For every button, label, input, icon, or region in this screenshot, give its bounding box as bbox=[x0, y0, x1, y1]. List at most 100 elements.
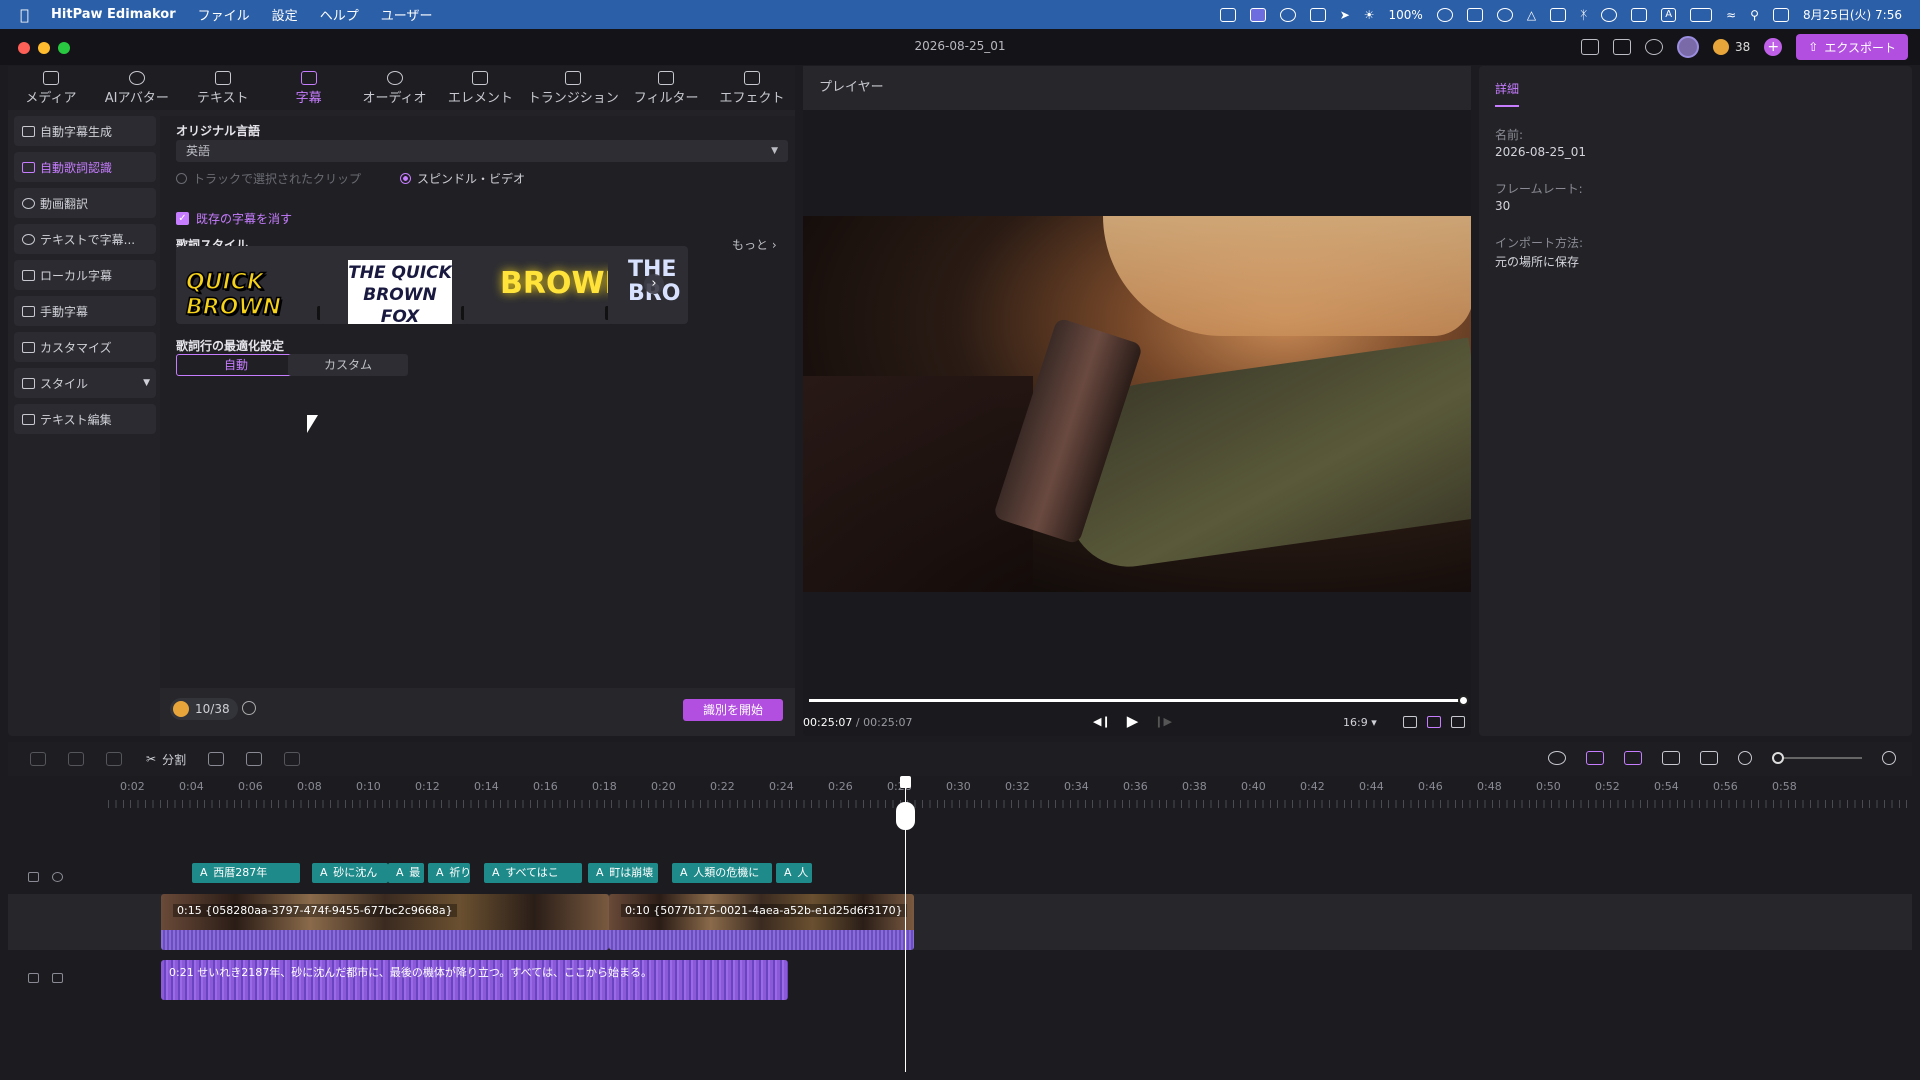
cursor-status-icon[interactable]: ➤ bbox=[1340, 8, 1350, 22]
aspect-ratio-select[interactable]: 16:9 ▾ bbox=[1343, 716, 1377, 729]
play-icon[interactable]: ▶ bbox=[1127, 712, 1139, 730]
sidebar-item-style[interactable]: スタイル ▼ bbox=[14, 368, 156, 398]
battery-icon[interactable] bbox=[1690, 7, 1713, 22]
timeline[interactable]: 0:02 0:04 0:06 0:08 0:10 0:12 0:14 0:16 0:18 0:20… bbox=[8, 776, 1912, 1072]
tab-elements[interactable]: エレメント bbox=[437, 66, 523, 110]
sidebar-item-manual-subtitle[interactable]: 手動字幕 bbox=[14, 296, 156, 326]
lyric-clip[interactable]: A 人類の危機に bbox=[672, 863, 772, 883]
lyric-clip[interactable]: A すべてはこ bbox=[484, 863, 582, 883]
chevron-right-icon[interactable]: › bbox=[644, 274, 664, 294]
split-track-icon[interactable] bbox=[1662, 751, 1680, 765]
clock[interactable]: 8月25日(火) 7:56 bbox=[1803, 6, 1902, 23]
microphone-icon[interactable] bbox=[1548, 751, 1566, 765]
tab-effects[interactable]: エフェクト bbox=[709, 66, 795, 110]
control-center-icon[interactable] bbox=[1772, 7, 1789, 22]
radio-track-clip[interactable]: トラックで選択されたクリップ bbox=[176, 170, 361, 187]
snapshot-icon[interactable] bbox=[1403, 716, 1417, 728]
playhead[interactable] bbox=[896, 776, 915, 1072]
tab-subtitles[interactable]: 字幕 bbox=[266, 66, 352, 110]
tab-transitions[interactable]: トランジション bbox=[523, 66, 623, 110]
redo-icon[interactable] bbox=[68, 752, 84, 766]
sidebar-item-video-translate[interactable]: 動画翻訳 bbox=[14, 188, 156, 218]
lyric-clip[interactable]: A 最 bbox=[388, 863, 424, 883]
sidebar-item-local-subtitle[interactable]: ローカル字幕 bbox=[14, 260, 156, 290]
refresh-icon[interactable] bbox=[242, 701, 256, 715]
snap-icon[interactable] bbox=[1624, 751, 1642, 765]
sidebar-item-text-to-subtitle[interactable]: テキストで字幕... bbox=[14, 224, 156, 254]
status-app-icon[interactable] bbox=[1219, 7, 1236, 22]
segment-auto[interactable]: 自動 bbox=[176, 354, 296, 376]
zoom-out-icon[interactable] bbox=[1738, 751, 1752, 765]
zoom-slider[interactable] bbox=[1772, 752, 1862, 764]
status-triangle-icon[interactable]: △ bbox=[1527, 8, 1536, 22]
language-select[interactable]: 英語 ▼ bbox=[176, 140, 788, 162]
zoom-in-icon[interactable] bbox=[1882, 751, 1896, 765]
sidebar-item-customize[interactable]: カスタマイズ bbox=[14, 332, 156, 362]
menu-help[interactable]: ヘルプ bbox=[320, 5, 359, 24]
tab-media[interactable]: メディア bbox=[8, 66, 94, 110]
style-card-brown[interactable]: BROWN↓ bbox=[464, 246, 624, 324]
app-menu[interactable]: HitPaw Edimakor bbox=[51, 7, 176, 22]
playhead-scissors-icon[interactable] bbox=[896, 802, 915, 830]
export-button[interactable]: ⇧ エクスポート bbox=[1796, 34, 1908, 60]
apple-icon[interactable]:  bbox=[20, 6, 29, 24]
style-card-quick-brown[interactable]: QUICK BROWN↓ bbox=[176, 246, 336, 324]
more-link[interactable]: もっと › bbox=[732, 236, 777, 253]
download-icon[interactable] bbox=[1645, 39, 1664, 55]
search-icon[interactable]: ⚲ bbox=[1750, 8, 1759, 22]
status-window-icon[interactable] bbox=[1466, 7, 1483, 22]
volume-icon[interactable] bbox=[52, 973, 63, 983]
brightness-icon[interactable]: ☀ bbox=[1364, 8, 1375, 22]
play-status-icon[interactable] bbox=[1601, 7, 1618, 22]
video-clip[interactable]: 0:15 {058280aa-3797-474f-9455-677bc2c966… bbox=[161, 894, 609, 950]
playhead-top[interactable] bbox=[900, 776, 911, 788]
lyric-clip[interactable]: A 町は崩壊 bbox=[588, 863, 658, 883]
fullscreen-icon[interactable] bbox=[1451, 716, 1465, 728]
link-icon[interactable] bbox=[1586, 751, 1604, 765]
remove-existing-subtitles-checkbox[interactable]: ✓ 既存の字幕を消す bbox=[176, 210, 292, 227]
delete-icon[interactable] bbox=[106, 752, 122, 766]
lyric-clip[interactable]: A 砂に沈ん bbox=[312, 863, 388, 883]
crop-tool-icon[interactable] bbox=[284, 752, 301, 766]
fit-timeline-icon[interactable] bbox=[1700, 751, 1718, 765]
sidebar-item-auto-lyrics[interactable]: 自動歌詞認識 bbox=[14, 152, 156, 182]
add-credits-button[interactable]: + bbox=[1764, 38, 1783, 56]
menu-user[interactable]: ユーザー bbox=[381, 5, 433, 24]
menu-file[interactable]: ファイル bbox=[198, 5, 250, 24]
status-book-icon[interactable] bbox=[1631, 7, 1648, 22]
video-preview[interactable] bbox=[803, 216, 1471, 592]
capture-icon[interactable] bbox=[1309, 7, 1326, 22]
menu-settings[interactable]: 設定 bbox=[272, 5, 298, 24]
style-card-quick-brown-fox[interactable]: THE QUICK BROWN FOX↓ bbox=[320, 246, 480, 324]
progress-knob[interactable] bbox=[1458, 695, 1469, 706]
start-recognition-button[interactable]: 識別を開始 bbox=[683, 699, 783, 721]
zoom-knob[interactable] bbox=[1772, 752, 1784, 764]
layout-icon[interactable] bbox=[1581, 39, 1600, 55]
feedback-icon[interactable] bbox=[1613, 39, 1632, 55]
previous-frame-icon[interactable]: ◀❙ bbox=[1093, 715, 1111, 728]
audio-clip[interactable]: 0:21 せいれき2187年、砂に沈んだ都市に、最後の機体が降り立つ。すべては、… bbox=[161, 960, 788, 1000]
undo-icon[interactable] bbox=[30, 752, 46, 766]
next-frame-icon[interactable]: ❙▶ bbox=[1154, 715, 1172, 728]
status-cloud-icon[interactable] bbox=[1496, 7, 1513, 22]
tab-text[interactable]: テキスト bbox=[180, 66, 266, 110]
lyric-clip[interactable]: A 西暦287年 bbox=[192, 863, 300, 883]
lyric-clip[interactable]: A 人 bbox=[776, 863, 812, 883]
chat-icon[interactable] bbox=[1279, 7, 1296, 22]
wifi-icon[interactable]: ≈ bbox=[1726, 8, 1736, 22]
tab-filters[interactable]: フィルター bbox=[623, 66, 709, 110]
crop-grid-icon[interactable] bbox=[1427, 716, 1441, 728]
sidebar-item-auto-subtitle[interactable]: 自動字幕生成 bbox=[14, 116, 156, 146]
playback-progress[interactable] bbox=[809, 695, 1469, 706]
split-button[interactable]: ✂ 分割 bbox=[146, 751, 186, 768]
tab-ai-avatar[interactable]: AIアバター bbox=[94, 66, 180, 110]
status-circle-icon[interactable] bbox=[1436, 7, 1453, 22]
text-tool-icon[interactable] bbox=[246, 752, 263, 766]
marker-icon[interactable] bbox=[208, 752, 225, 766]
segment-custom[interactable]: カスタム bbox=[288, 354, 408, 376]
tab-audio[interactable]: オーディオ bbox=[352, 66, 438, 110]
sidebar-item-text-edit[interactable]: テキスト編集 bbox=[14, 404, 156, 434]
input-method-icon[interactable]: A bbox=[1661, 7, 1677, 22]
video-clip[interactable]: 0:10 {5077b175-0021-4aea-a52b-e1d25d6f31… bbox=[609, 894, 914, 950]
avatar[interactable] bbox=[1677, 36, 1700, 58]
